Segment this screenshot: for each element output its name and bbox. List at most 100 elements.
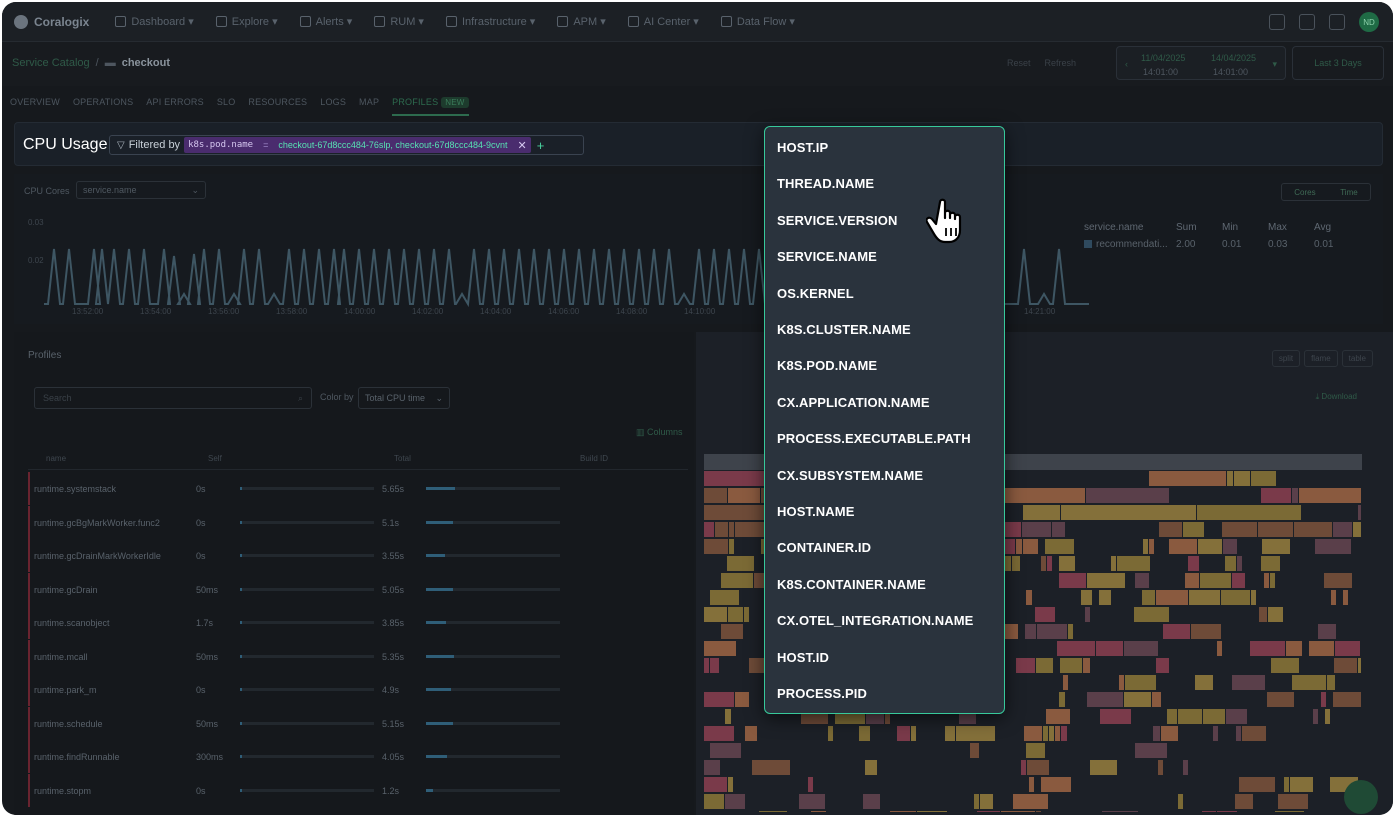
flame-frame[interactable]	[1232, 573, 1245, 588]
flame-frame[interactable]	[917, 811, 947, 812]
flame-frame[interactable]	[1156, 590, 1188, 605]
flame-frame[interactable]	[1099, 590, 1111, 605]
dropdown-option-k8s-container-name[interactable]: K8S.CONTAINER.NAME	[777, 577, 926, 592]
flame-frame[interactable]	[1251, 590, 1256, 605]
flame-frame[interactable]	[704, 760, 720, 775]
flame-frame[interactable]	[1087, 692, 1123, 707]
flame-frame[interactable]	[1035, 607, 1055, 622]
flame-frame[interactable]	[1016, 539, 1022, 554]
notifications-icon[interactable]	[1329, 14, 1345, 30]
refresh-button[interactable]: Refresh	[1045, 58, 1077, 68]
flame-frame[interactable]	[704, 658, 709, 673]
cores-time-toggle[interactable]: Cores Time	[1281, 183, 1371, 201]
flame-frame[interactable]	[1125, 675, 1156, 690]
flame-frame[interactable]	[1203, 709, 1225, 724]
tab-logs[interactable]: LOGS	[320, 97, 346, 107]
flame-frame[interactable]	[1335, 641, 1360, 656]
dropdown-option-host-ip[interactable]: HOST.IP	[777, 140, 828, 155]
flame-frame[interactable]	[728, 607, 743, 622]
flame-frame[interactable]	[752, 760, 790, 775]
flame-frame[interactable]	[1024, 726, 1042, 741]
table-row[interactable]: runtime.gcDrainMarkWorkerIdle 0s 3.55s	[28, 539, 688, 572]
date-range-picker[interactable]: ‹ 11/04/2025 14/04/2025 14:01:00 14:01:0…	[1116, 46, 1286, 80]
flame-frame[interactable]	[715, 522, 728, 537]
flame-frame[interactable]	[1294, 522, 1332, 537]
flame-frame[interactable]	[1142, 590, 1155, 605]
flame-frame[interactable]	[1178, 709, 1202, 724]
flame-frame[interactable]	[704, 522, 714, 537]
close-icon[interactable]: ✕	[518, 139, 527, 152]
flame-frame[interactable]	[1292, 488, 1298, 503]
nav-item[interactable]: Infrastructure ▾	[445, 15, 535, 28]
flame-frame[interactable]	[1161, 726, 1178, 741]
flame-frame[interactable]	[1262, 539, 1290, 554]
flame-frame[interactable]	[1183, 522, 1204, 537]
flame-frame[interactable]	[1117, 556, 1150, 571]
table-row[interactable]: runtime.gcDrain 50ms 5.05s	[28, 572, 688, 606]
flame-frame[interactable]	[1259, 607, 1267, 622]
flame-frame[interactable]	[808, 777, 813, 792]
flame-frame[interactable]	[1143, 539, 1148, 554]
flame-frame[interactable]	[1086, 488, 1169, 503]
flame-frame[interactable]	[704, 726, 734, 741]
reset-button[interactable]: Reset	[1007, 58, 1031, 68]
tab-operations[interactable]: OPERATIONS	[73, 97, 133, 107]
flame-frame[interactable]	[1188, 556, 1199, 571]
flame-frame[interactable]	[1227, 471, 1233, 486]
dropdown-option-thread-name[interactable]: THREAD.NAME	[777, 176, 874, 191]
flame-frame[interactable]	[710, 658, 719, 673]
flame-frame[interactable]	[1016, 658, 1035, 673]
flame-frame[interactable]	[980, 794, 993, 809]
add-filter-icon[interactable]: +	[537, 138, 545, 153]
time-preset-select[interactable]: Last 3 Days	[1292, 46, 1384, 80]
color-by-select[interactable]: Total CPU time ⌄	[358, 387, 450, 409]
nav-item[interactable]: AI Center ▾	[627, 15, 699, 28]
flame-frame[interactable]	[1217, 641, 1222, 656]
flame-frame[interactable]	[728, 777, 733, 792]
flame-frame[interactable]	[1315, 539, 1351, 554]
flame-frame[interactable]	[1012, 556, 1020, 571]
flame-frame[interactable]	[1331, 590, 1336, 605]
flame-frame[interactable]	[1149, 539, 1154, 554]
table-row[interactable]: runtime.park_m 0s 4.9s	[28, 673, 688, 706]
brand-logo[interactable]: Coralogix	[14, 14, 89, 29]
share-icon[interactable]	[1299, 14, 1315, 30]
col-total[interactable]: Total	[394, 454, 411, 463]
col-self[interactable]: Self	[208, 454, 222, 463]
flame-frame[interactable]	[1025, 624, 1036, 639]
flame-frame[interactable]	[1083, 658, 1090, 673]
tab-api-errors[interactable]: API ERRORS	[146, 97, 204, 107]
flame-frame[interactable]	[1037, 624, 1067, 639]
flame-frame[interactable]	[1309, 641, 1334, 656]
filter-value[interactable]: checkout-67d8ccc484-76slp, checkout-67d8…	[278, 140, 507, 150]
dropdown-option-host-name[interactable]: HOST.NAME	[777, 504, 854, 519]
flame-frame[interactable]	[1275, 811, 1304, 812]
flame-frame[interactable]	[1041, 556, 1046, 571]
flame-frame[interactable]	[1036, 658, 1053, 673]
tab-overview[interactable]: OVERVIEW	[10, 97, 60, 107]
flame-frame[interactable]	[1327, 675, 1335, 690]
flame-frame[interactable]	[721, 624, 743, 639]
flame-frame[interactable]	[945, 726, 955, 741]
table-row[interactable]: runtime.systemstack 0s 5.65s	[28, 472, 688, 505]
flame-frame[interactable]	[1343, 590, 1348, 605]
flame-frame[interactable]	[1029, 777, 1034, 792]
flame-frame[interactable]	[1189, 590, 1220, 605]
table-row[interactable]: runtime.scanobject 1.7s 3.85s	[28, 606, 688, 639]
flame-frame[interactable]	[1085, 607, 1090, 622]
flame-frame[interactable]	[1278, 794, 1308, 809]
flame-frame[interactable]	[1047, 556, 1052, 571]
dropdown-option-process-executable-path[interactable]: PROCESS.EXECUTABLE.PATH	[777, 431, 971, 446]
filter-bar[interactable]: ▽ Filtered by k8s.pod.name = checkout-67…	[109, 135, 584, 155]
flame-frame[interactable]	[977, 811, 1000, 812]
flame-frame[interactable]	[1055, 726, 1060, 741]
flame-frame[interactable]	[1152, 692, 1161, 707]
nav-item[interactable]: Explore ▾	[215, 15, 278, 28]
flame-frame[interactable]	[970, 743, 979, 758]
chat-launcher-button[interactable]	[1344, 780, 1378, 814]
tab-slo[interactable]: SLO	[217, 97, 236, 107]
flame-frame[interactable]	[1046, 709, 1070, 724]
table-view-button[interactable]: table	[1341, 350, 1373, 367]
flame-frame[interactable]	[1052, 522, 1065, 537]
nav-item[interactable]: Alerts ▾	[299, 15, 352, 28]
